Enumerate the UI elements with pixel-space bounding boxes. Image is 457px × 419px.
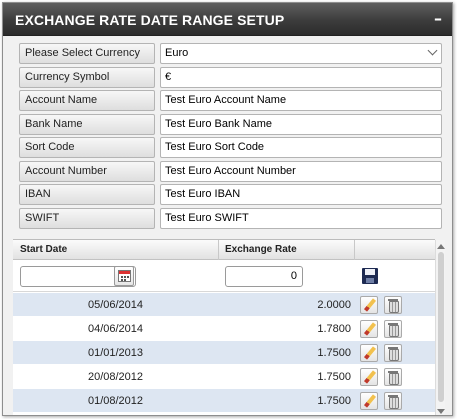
exchange-rate-header[interactable]: Exchange Rate — [225, 244, 297, 255]
account-number-field[interactable]: Test Euro Account Number — [160, 160, 442, 182]
start-date-cell: 20/08/2012 — [87, 371, 144, 383]
pencil-icon[interactable] — [360, 320, 378, 338]
table-row: 20/08/2012 1.7500 — [13, 365, 435, 389]
column-divider — [218, 240, 219, 260]
bank-name-field[interactable]: Test Euro Bank Name — [160, 113, 442, 135]
account-name-label: Account Name — [19, 90, 155, 111]
scroll-down-icon[interactable] — [437, 409, 445, 414]
table-row: 05/06/2014 2.0000 — [13, 293, 435, 317]
account-name-field[interactable]: Test Euro Account Name — [160, 90, 442, 111]
scrollbar-thumb[interactable] — [438, 252, 444, 402]
form-row-bank-name: Bank Name Test Euro Bank Name — [19, 113, 442, 137]
calendar-icon — [118, 270, 131, 282]
table-row: 04/06/2014 1.7800 — [13, 317, 435, 341]
trash-icon[interactable] — [384, 392, 402, 410]
trash-icon[interactable] — [384, 344, 402, 362]
start-date-header[interactable]: Start Date — [20, 244, 67, 255]
trash-icon[interactable] — [384, 368, 402, 386]
pencil-icon[interactable] — [360, 344, 378, 362]
panel-titlebar: EXCHANGE RATE DATE RANGE SETUP – — [3, 3, 452, 36]
form-row-swift: SWIFT Test Euro SWIFT — [19, 207, 442, 231]
start-date-cell: 01/01/2013 — [87, 347, 144, 359]
trash-icon[interactable] — [384, 296, 402, 314]
start-date-cell: 01/08/2012 — [87, 395, 144, 407]
currency-symbol-label: Currency Symbol — [19, 66, 155, 88]
account-number-label: Account Number — [19, 160, 155, 182]
chevron-down-icon — [427, 45, 438, 56]
iban-field[interactable]: Test Euro IBAN — [160, 184, 442, 205]
sort-code-field[interactable]: Test Euro Sort Code — [160, 137, 442, 158]
exchange-rate-cell: 1.7500 — [317, 347, 351, 359]
exchange-rate-cell: 2.0000 — [317, 299, 351, 311]
collapse-icon[interactable]: – — [434, 9, 442, 28]
form-row-sort-code: Sort Code Test Euro Sort Code — [19, 136, 442, 160]
currency-select-value: Euro — [165, 47, 189, 59]
grid-header: Start Date Exchange Rate — [13, 240, 435, 260]
iban-label: IBAN — [19, 184, 155, 205]
exchange-rate-cell: 1.7500 — [317, 395, 351, 407]
sort-code-label: Sort Code — [19, 137, 155, 158]
scroll-up-icon[interactable] — [437, 244, 445, 249]
start-date-cell: 04/06/2014 — [87, 323, 144, 335]
exchange-rate-cell: 1.7500 — [317, 371, 351, 383]
swift-label: SWIFT — [19, 207, 155, 229]
start-date-cell: 05/06/2014 — [87, 299, 144, 311]
swift-field[interactable]: Test Euro SWIFT — [160, 207, 442, 229]
form-row-symbol: Currency Symbol € — [19, 66, 442, 90]
currency-form: Please Select Currency Euro Currency Sym… — [19, 42, 442, 231]
exchange-rate-cell: 1.7800 — [317, 323, 351, 335]
trash-icon[interactable] — [384, 320, 402, 338]
grid-scrollbar[interactable] — [435, 240, 445, 415]
exchange-rate-panel: EXCHANGE RATE DATE RANGE SETUP – Please … — [2, 2, 453, 416]
currency-symbol-field[interactable]: € — [160, 66, 442, 88]
grid-filter-row: 0 — [13, 260, 435, 292]
bank-name-label: Bank Name — [19, 113, 155, 135]
exchange-rate-grid: Start Date Exchange Rate 0 05/06/2014 2.… — [13, 239, 445, 415]
pencil-icon[interactable] — [360, 368, 378, 386]
form-row-currency: Please Select Currency Euro — [19, 42, 442, 66]
table-row: 01/08/2012 1.7500 — [13, 389, 435, 413]
currency-select[interactable]: Euro — [160, 43, 442, 64]
pencil-icon[interactable] — [360, 296, 378, 314]
panel-title: EXCHANGE RATE DATE RANGE SETUP — [15, 12, 285, 28]
exchange-rate-filter-input[interactable]: 0 — [225, 266, 303, 287]
form-row-account-number: Account Number Test Euro Account Number — [19, 160, 442, 184]
form-row-iban: IBAN Test Euro IBAN — [19, 183, 442, 207]
pencil-icon[interactable] — [360, 392, 378, 410]
form-row-account-name: Account Name Test Euro Account Name — [19, 89, 442, 113]
column-divider — [354, 240, 355, 260]
currency-select-label: Please Select Currency — [19, 43, 155, 64]
calendar-button[interactable] — [114, 266, 134, 286]
table-row: 01/01/2013 1.7500 — [13, 341, 435, 365]
save-icon[interactable] — [362, 268, 378, 284]
